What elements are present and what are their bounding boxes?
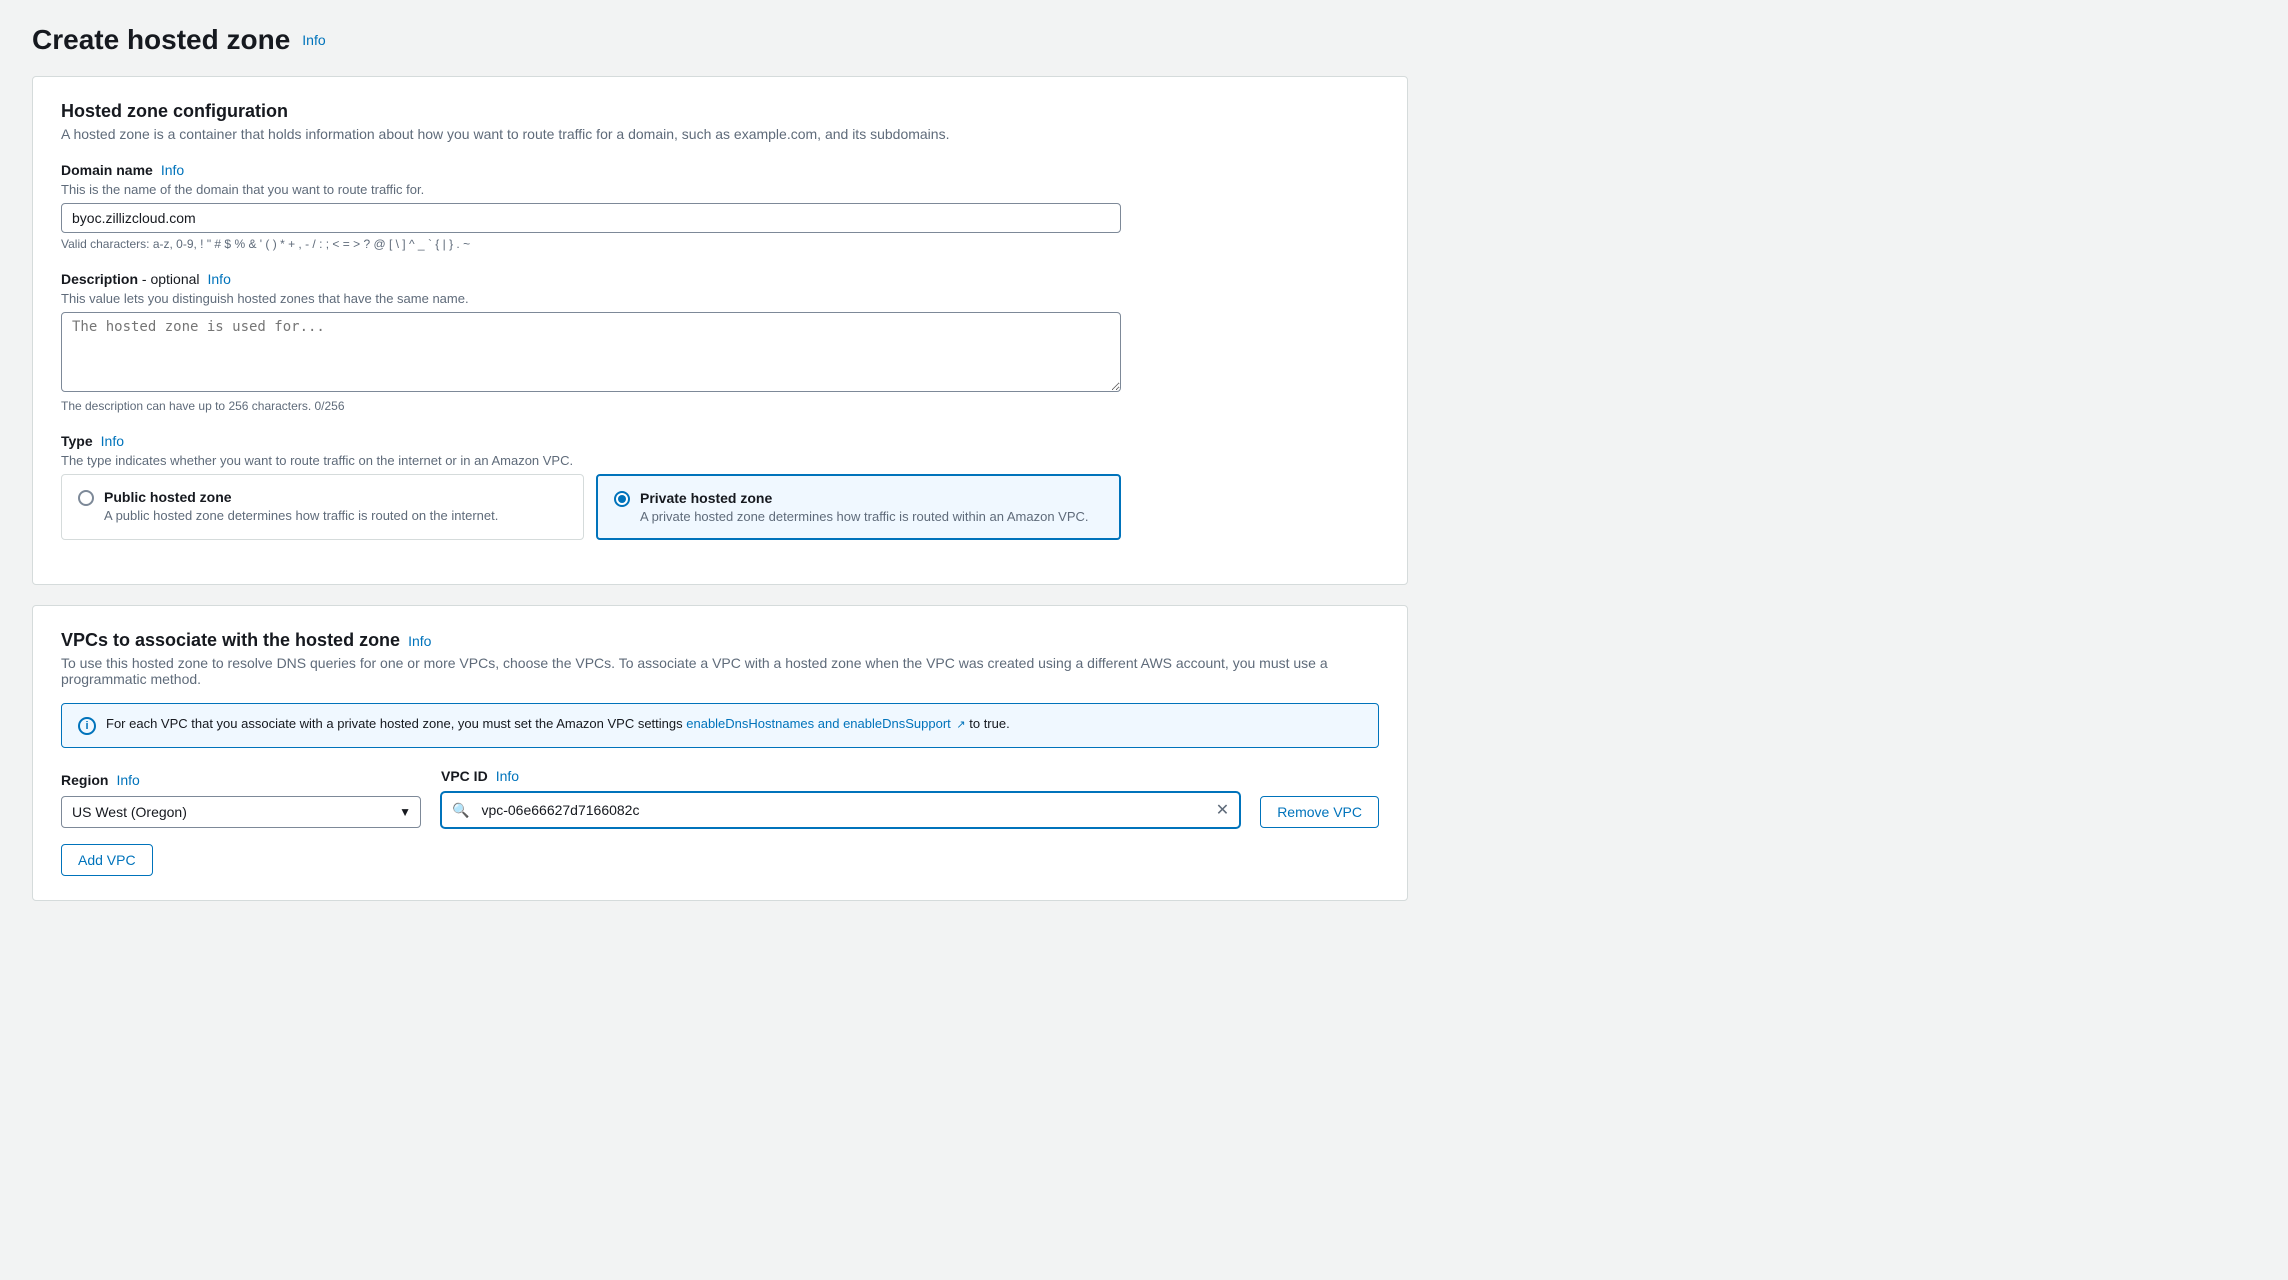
type-option-public[interactable]: Public hosted zone A public hosted zone … bbox=[61, 474, 584, 540]
vpc-id-label-row: VPC ID Info bbox=[441, 768, 1240, 784]
vpcs-title-row: VPCs to associate with the hosted zone I… bbox=[61, 630, 1379, 651]
description-field-group: Description - optional Info This value l… bbox=[61, 271, 1379, 413]
vpcs-section-subtitle: To use this hosted zone to resolve DNS q… bbox=[61, 655, 1379, 687]
vpcs-info-banner-text: For each VPC that you associate with a p… bbox=[106, 716, 1010, 731]
type-option-private-desc: A private hosted zone determines how tra… bbox=[640, 509, 1089, 524]
vpcs-section-title: VPCs to associate with the hosted zone bbox=[61, 630, 400, 651]
domain-name-label: Domain name bbox=[61, 162, 153, 178]
type-field-group: Type Info The type indicates whether you… bbox=[61, 433, 1379, 540]
vpcs-card: VPCs to associate with the hosted zone I… bbox=[32, 605, 1408, 901]
type-option-public-content: Public hosted zone A public hosted zone … bbox=[104, 489, 498, 523]
external-link-icon: ↗ bbox=[956, 719, 965, 731]
type-hint: The type indicates whether you want to r… bbox=[61, 453, 1379, 468]
domain-name-valid-chars: Valid characters: a-z, 0-9, ! " # $ % & … bbox=[61, 237, 1379, 251]
vpc-id-search-wrapper: 🔍 ✕ bbox=[441, 792, 1240, 828]
domain-name-info-link[interactable]: Info bbox=[161, 162, 184, 178]
type-option-public-title: Public hosted zone bbox=[104, 489, 498, 505]
type-info-link[interactable]: Info bbox=[101, 433, 124, 449]
type-option-public-radio bbox=[78, 490, 94, 506]
hosted-zone-config-card: Hosted zone configuration A hosted zone … bbox=[32, 76, 1408, 585]
vpc-id-info-link[interactable]: Info bbox=[496, 768, 519, 784]
type-option-private[interactable]: Private hosted zone A private hosted zon… bbox=[596, 474, 1121, 540]
page-info-link[interactable]: Info bbox=[302, 32, 325, 48]
domain-name-input[interactable] bbox=[61, 203, 1121, 233]
region-select[interactable]: US East (N. Virginia) US East (Ohio) US … bbox=[61, 796, 421, 828]
description-char-limit: The description can have up to 256 chara… bbox=[61, 399, 1379, 413]
remove-vpc-button-wrapper: Remove VPC bbox=[1260, 796, 1379, 828]
type-option-public-desc: A public hosted zone determines how traf… bbox=[104, 508, 498, 523]
region-select-wrapper: US East (N. Virginia) US East (Ohio) US … bbox=[61, 796, 421, 828]
vpc-id-field: VPC ID Info 🔍 ✕ bbox=[441, 768, 1240, 828]
page-header: Create hosted zone Info bbox=[32, 24, 1408, 56]
info-circle-icon: i bbox=[78, 717, 96, 735]
vpcs-info-link[interactable]: Info bbox=[408, 633, 431, 649]
vpc-id-clear-button[interactable]: ✕ bbox=[1206, 793, 1239, 827]
type-option-private-title: Private hosted zone bbox=[640, 490, 1089, 506]
region-label: Region bbox=[61, 772, 108, 788]
vpc-id-label: VPC ID bbox=[441, 768, 488, 784]
description-label: Description - optional bbox=[61, 271, 200, 287]
domain-name-label-row: Domain name Info bbox=[61, 162, 1379, 178]
region-info-link[interactable]: Info bbox=[116, 772, 139, 788]
config-section-subtitle: A hosted zone is a container that holds … bbox=[61, 126, 1379, 142]
page-title: Create hosted zone bbox=[32, 24, 290, 56]
type-options: Public hosted zone A public hosted zone … bbox=[61, 474, 1121, 540]
search-icon: 🔍 bbox=[442, 795, 477, 826]
type-option-private-radio bbox=[614, 491, 630, 507]
vpcs-info-banner: i For each VPC that you associate with a… bbox=[61, 703, 1379, 748]
type-label-row: Type Info bbox=[61, 433, 1379, 449]
vpc-id-input[interactable] bbox=[477, 795, 1205, 825]
type-option-private-content: Private hosted zone A private hosted zon… bbox=[640, 490, 1089, 524]
domain-name-hint: This is the name of the domain that you … bbox=[61, 182, 1379, 197]
region-label-row: Region Info bbox=[61, 772, 421, 788]
type-label: Type bbox=[61, 433, 93, 449]
domain-name-field-group: Domain name Info This is the name of the… bbox=[61, 162, 1379, 251]
add-vpc-button[interactable]: Add VPC bbox=[61, 844, 153, 876]
config-section-title: Hosted zone configuration bbox=[61, 101, 1379, 122]
description-info-link[interactable]: Info bbox=[208, 271, 231, 287]
description-hint: This value lets you distinguish hosted z… bbox=[61, 291, 1379, 306]
enable-dns-link[interactable]: enableDnsHostnames and enableDnsSupport … bbox=[686, 716, 969, 731]
description-label-row: Description - optional Info bbox=[61, 271, 1379, 287]
vpc-fields-row: Region Info US East (N. Virginia) US Eas… bbox=[61, 768, 1379, 828]
remove-vpc-button[interactable]: Remove VPC bbox=[1260, 796, 1379, 828]
description-textarea[interactable] bbox=[61, 312, 1121, 392]
region-field: Region Info US East (N. Virginia) US Eas… bbox=[61, 772, 421, 828]
